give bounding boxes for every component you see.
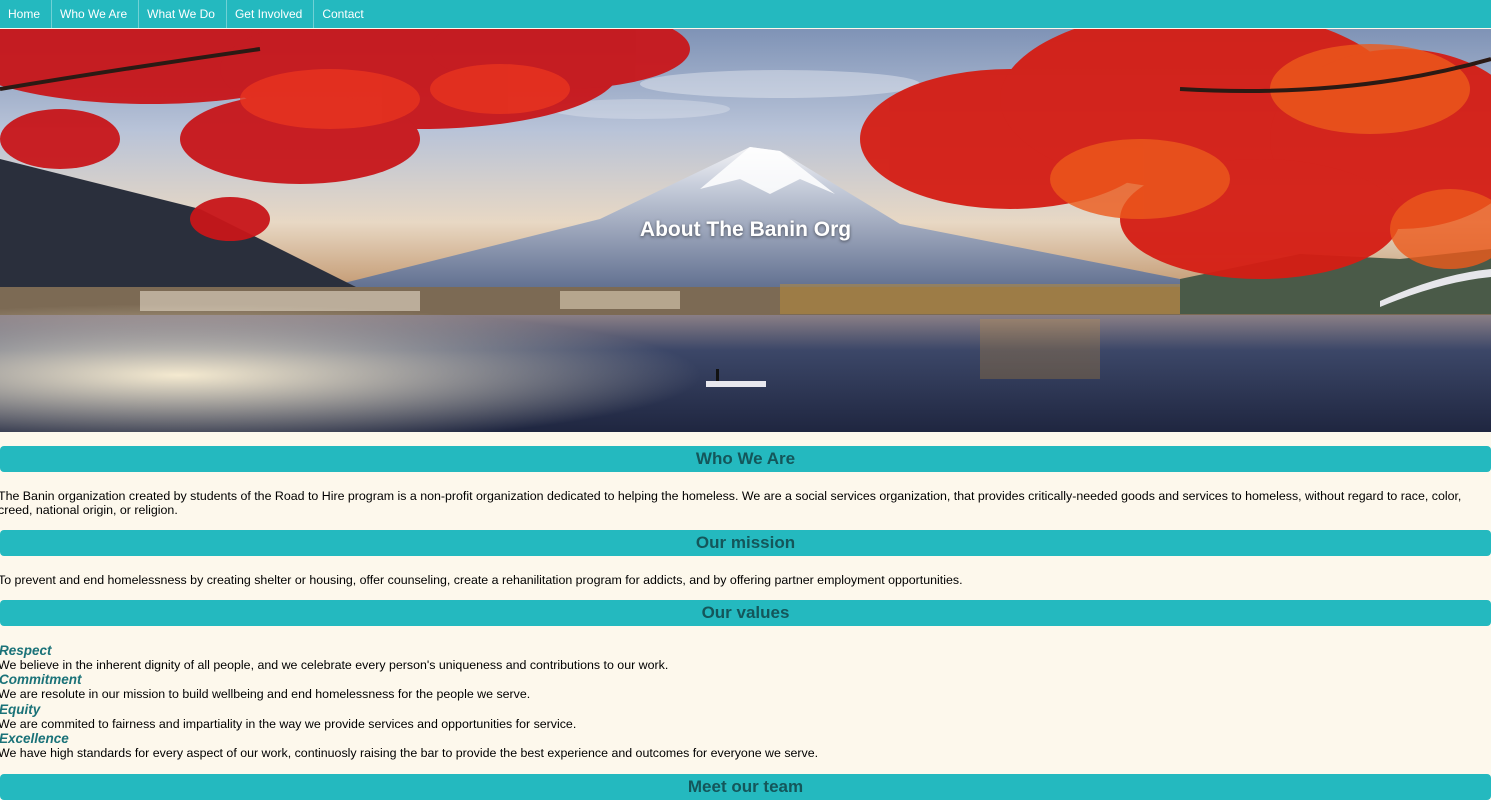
value-title-commitment: Commitment: [0, 672, 82, 687]
value-text-excellence: We have high standards for every aspect …: [0, 746, 819, 760]
nav-get-involved-link[interactable]: Get Involved: [227, 0, 315, 28]
nav-home-link[interactable]: Home: [0, 0, 53, 28]
who-we-are-text: The Banin organization created by studen…: [0, 489, 1462, 517]
value-text-equity: We are commited to fairness and impartia…: [0, 717, 577, 731]
value-title-excellence: Excellence: [0, 731, 69, 746]
nav-who-we-are-link[interactable]: Who We Are: [52, 0, 140, 28]
nav-what-we-do-link[interactable]: What We Do: [139, 0, 227, 28]
value-text-commitment: We are resolute in our mission to build …: [0, 687, 531, 701]
top-nav: Home Who We Are What We Do Get Involved …: [0, 0, 1491, 28]
hero-banner: About The Banin Org: [0, 29, 1491, 432]
mission-heading: Our mission: [0, 530, 1491, 556]
team-heading: Meet our team: [0, 774, 1491, 800]
value-title-respect: Respect: [0, 643, 52, 658]
value-title-equity: Equity: [0, 702, 41, 717]
values-heading: Our values: [0, 600, 1491, 626]
page-title: About The Banin Org: [639, 218, 852, 241]
mission-text: To prevent and end homelessness by creat…: [0, 573, 963, 587]
who-we-are-heading: Who We Are: [0, 446, 1491, 472]
nav-contact-link[interactable]: Contact: [314, 0, 374, 28]
value-text-respect: We believe in the inherent dignity of al…: [0, 658, 669, 672]
